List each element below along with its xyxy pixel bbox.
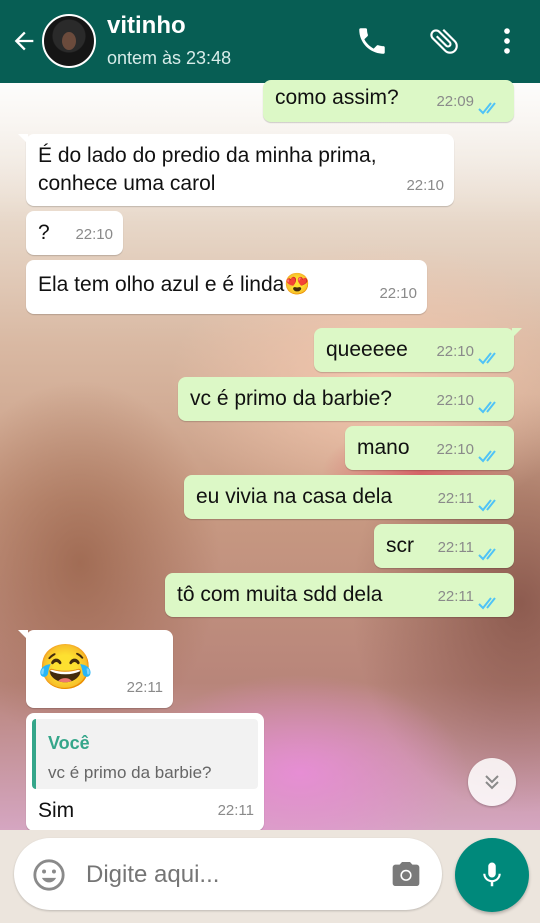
message-text: scr — [386, 534, 414, 557]
message-text: tô com muita sdd dela — [177, 583, 383, 606]
message-text: como assim? — [275, 86, 399, 109]
message-outgoing[interactable]: mano 22:10 — [345, 426, 514, 470]
microphone-button[interactable] — [455, 838, 529, 912]
scroll-to-bottom-button[interactable] — [468, 758, 516, 806]
message-text: Sim — [38, 799, 75, 822]
message-incoming[interactable]: É do lado do predio da minha prima, conh… — [18, 134, 454, 206]
message-input[interactable] — [86, 860, 366, 890]
contact-avatar[interactable] — [42, 14, 96, 68]
message-text: mano — [357, 436, 410, 459]
message-text: ? — [38, 221, 50, 244]
read-ticks-icon — [478, 102, 496, 115]
microphone-icon — [483, 862, 501, 887]
read-ticks-icon — [478, 597, 496, 610]
double-chevron-down-icon — [485, 775, 499, 790]
message-time: 22:10 — [406, 177, 444, 194]
message-incoming-reply[interactable]: Você vc é primo da barbie? Sim 22:11 — [26, 713, 264, 831]
camera-icon[interactable] — [388, 858, 424, 890]
read-ticks-icon — [478, 499, 496, 512]
message-text: vc é primo da barbie? — [190, 387, 392, 410]
message-outgoing[interactable]: como assim? 22:09 — [263, 80, 514, 122]
message-time: 22:10 — [436, 392, 474, 409]
message-time: 22:10 — [436, 343, 474, 360]
read-ticks-icon — [478, 352, 496, 365]
phone-icon[interactable] — [355, 24, 389, 58]
message-time: 22:11 — [437, 539, 474, 556]
laughing-tears-emoji: 😂 — [38, 643, 93, 692]
message-outgoing[interactable]: queeeee 22:10 — [314, 328, 522, 372]
quoted-text: vc é primo da barbie? — [48, 763, 212, 782]
last-seen-status: ontem às 23:48 — [107, 48, 232, 68]
more-vert-icon[interactable] — [490, 24, 524, 58]
message-text: eu vivia na casa dela — [196, 485, 393, 508]
message-time: 22:10 — [436, 441, 474, 458]
message-time: 22:11 — [217, 802, 254, 819]
message-incoming[interactable]: ? 22:10 — [26, 211, 123, 255]
heart-eyes-emoji: 😍 — [284, 273, 311, 296]
message-outgoing[interactable]: eu vivia na casa dela 22:11 — [184, 475, 514, 519]
back-arrow-icon[interactable] — [10, 27, 38, 55]
contact-name[interactable]: vitinho — [107, 12, 186, 40]
quoted-message[interactable]: Você vc é primo da barbie? — [32, 719, 258, 789]
read-ticks-icon — [478, 401, 496, 414]
read-ticks-icon — [478, 548, 496, 561]
message-outgoing[interactable]: tô com muita sdd dela 22:11 — [165, 573, 514, 617]
paperclip-icon[interactable] — [427, 24, 461, 58]
emoji-icon[interactable] — [32, 858, 66, 892]
message-time: 22:11 — [437, 588, 474, 605]
message-time: 22:10 — [379, 285, 417, 302]
message-time: 22:11 — [126, 679, 163, 696]
message-time: 22:11 — [437, 490, 474, 507]
message-outgoing[interactable]: vc é primo da barbie? 22:10 — [178, 377, 514, 421]
message-time: 22:09 — [436, 93, 474, 110]
message-composer — [14, 838, 442, 910]
message-incoming[interactable]: 😂 22:11 — [18, 630, 173, 708]
message-text: Ela tem olho azul e é linda — [38, 273, 285, 296]
read-ticks-icon — [478, 450, 496, 463]
message-text: É do lado do predio da minha prima, — [38, 144, 377, 167]
message-incoming[interactable]: Ela tem olho azul e é linda😍 22:10 — [26, 260, 427, 314]
message-time: 22:10 — [75, 226, 113, 243]
quoted-author: Você — [48, 733, 90, 753]
chat-header: vitinho ontem às 23:48 — [0, 0, 540, 83]
message-text: conhece uma carol — [38, 172, 216, 195]
message-outgoing[interactable]: scr 22:11 — [374, 524, 514, 568]
message-text: queeeee — [326, 338, 408, 361]
